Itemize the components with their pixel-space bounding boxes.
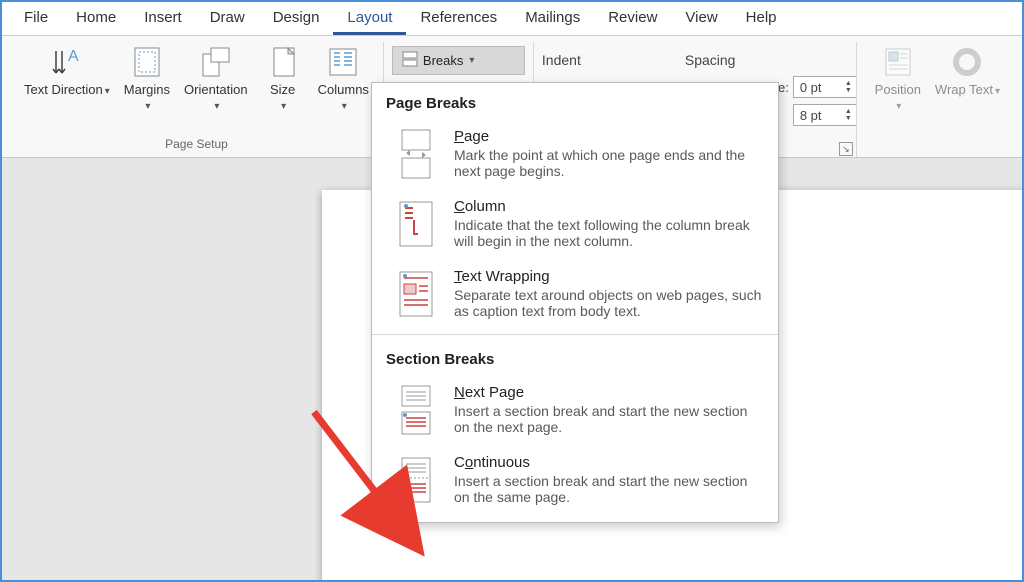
columns-button[interactable]: Columns ▾	[312, 42, 375, 116]
spacing-before-value: 0 pt	[800, 80, 822, 95]
chevron-down-icon: ▾	[105, 86, 110, 97]
chevron-down-icon: ▾	[281, 101, 286, 112]
breaks-label: Breaks	[423, 53, 463, 68]
chevron-down-icon: ▾	[145, 101, 150, 112]
text-direction-button[interactable]: A Text Direction▾	[18, 42, 116, 101]
tab-draw[interactable]: Draw	[196, 1, 259, 35]
breaks-button[interactable]: Breaks ▾	[392, 46, 525, 75]
menu-item-column[interactable]: Column Indicate that the text following …	[372, 190, 778, 260]
chevron-down-icon: ▾	[214, 101, 219, 112]
page-break-icon	[392, 128, 440, 180]
menu-divider	[372, 334, 778, 335]
position-label: Position	[875, 82, 921, 97]
menu-item-page[interactable]: Page Mark the point at which one page en…	[372, 120, 778, 190]
tab-layout[interactable]: Layout	[333, 1, 406, 35]
tab-insert[interactable]: Insert	[130, 1, 196, 35]
tab-view[interactable]: View	[671, 1, 731, 35]
breaks-icon	[401, 50, 419, 71]
spinner-arrows-icon[interactable]: ▲▼	[843, 79, 854, 95]
wrap-text-label: Wrap Text	[935, 82, 993, 97]
columns-icon	[325, 44, 361, 80]
section-next-page-icon	[392, 384, 440, 436]
menu-item-title: Page	[454, 128, 764, 145]
tab-mailings[interactable]: Mailings	[511, 1, 594, 35]
orientation-button[interactable]: Orientation ▾	[178, 42, 254, 116]
spacing-before-input[interactable]: 0 pt ▲▼	[793, 76, 857, 98]
text-direction-icon: A	[49, 44, 85, 80]
orientation-icon	[198, 44, 234, 80]
menu-item-title: Next Page	[454, 384, 764, 401]
ribbon-tabs: File Home Insert Draw Design Layout Refe…	[2, 2, 1022, 36]
group-label-page-setup: Page Setup	[10, 135, 383, 155]
chevron-down-icon: ▾	[896, 101, 901, 112]
svg-text:A: A	[68, 48, 79, 65]
columns-label: Columns	[318, 82, 369, 97]
menu-item-next-page[interactable]: Next Page Insert a section break and sta…	[372, 376, 778, 446]
spacing-fields: e: 0 pt ▲▼ e: 8 pt ▲▼ ↘	[778, 76, 857, 160]
tab-help[interactable]: Help	[732, 1, 791, 35]
spacing-after-value: 8 pt	[800, 108, 822, 123]
tab-references[interactable]: References	[406, 1, 511, 35]
size-icon	[265, 44, 301, 80]
margins-label: Margins	[124, 82, 170, 97]
menu-item-desc: Separate text around objects on web page…	[454, 287, 764, 319]
tab-design[interactable]: Design	[259, 1, 334, 35]
group-page-setup: A Text Direction▾ Margins▾ Orientation▾	[10, 42, 384, 157]
paragraph-dialog-launcher[interactable]: ↘	[839, 142, 853, 156]
text-direction-label: Text Direction	[24, 82, 103, 97]
size-button[interactable]: Size ▾	[256, 42, 310, 116]
tab-review[interactable]: Review	[594, 1, 671, 35]
section-continuous-icon	[392, 454, 440, 506]
position-icon	[880, 44, 916, 80]
position-button[interactable]: Position ▾	[869, 42, 927, 116]
menu-header-page-breaks: Page Breaks	[372, 83, 778, 120]
menu-item-desc: Insert a section break and start the new…	[454, 473, 764, 505]
menu-item-desc: Indicate that the text following the col…	[454, 217, 764, 249]
menu-item-continuous[interactable]: Continuous Insert a section break and st…	[372, 446, 778, 516]
margins-icon	[129, 44, 165, 80]
group-arrange: Position▾ Wrap Text▾	[856, 42, 1014, 157]
text-wrapping-break-icon	[392, 268, 440, 320]
indent-label: Indent	[542, 52, 581, 68]
menu-item-desc: Insert a section break and start the new…	[454, 403, 764, 435]
menu-item-text-wrapping[interactable]: Text Wrapping Separate text around objec…	[372, 260, 778, 330]
menu-item-title: Text Wrapping	[454, 268, 764, 285]
spinner-arrows-icon[interactable]: ▲▼	[843, 107, 854, 123]
wrap-text-icon	[949, 44, 985, 80]
chevron-down-icon: ▾	[342, 101, 347, 112]
menu-header-section-breaks: Section Breaks	[372, 339, 778, 376]
margins-button[interactable]: Margins ▾	[118, 42, 176, 116]
breaks-menu: Page Breaks Page Mark the point at which…	[371, 82, 779, 523]
chevron-down-icon: ▾	[995, 86, 1000, 97]
menu-item-desc: Mark the point at which one page ends an…	[454, 147, 764, 179]
spacing-before-label: e:	[778, 80, 789, 95]
tab-file[interactable]: File	[10, 1, 62, 35]
size-label: Size	[270, 82, 295, 97]
chevron-down-icon: ▾	[469, 55, 474, 66]
menu-item-title: Column	[454, 198, 764, 215]
wrap-text-button[interactable]: Wrap Text▾	[929, 42, 1006, 101]
menu-item-title: Continuous	[454, 454, 764, 471]
column-break-icon	[392, 198, 440, 250]
orientation-label: Orientation	[184, 82, 248, 97]
spacing-label: Spacing	[685, 52, 736, 68]
spacing-after-input[interactable]: 8 pt ▲▼	[793, 104, 857, 126]
tab-home[interactable]: Home	[62, 1, 130, 35]
